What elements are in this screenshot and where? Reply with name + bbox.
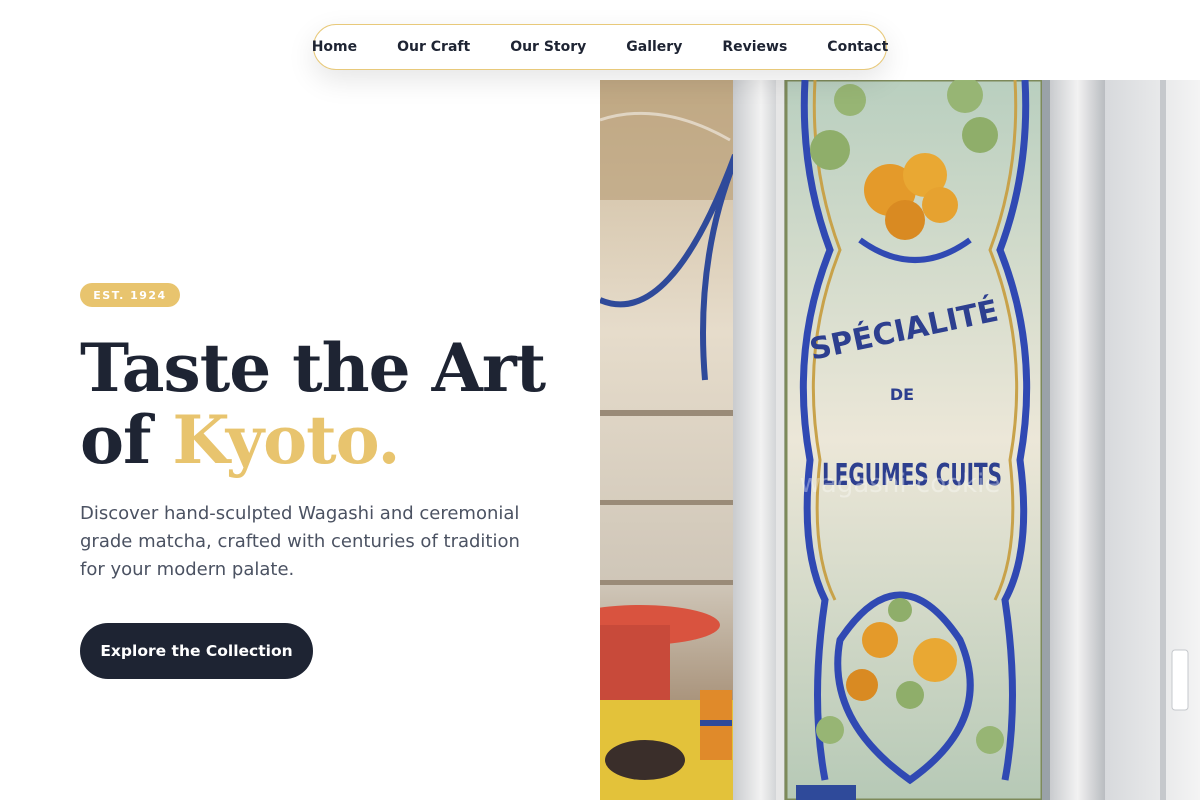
hero-lead-text: Discover hand-sculpted Wagashi and cerem… (80, 503, 520, 580)
explore-collection-button[interactable]: Explore the Collection (80, 623, 313, 679)
headline-line-1: Taste the Art (80, 329, 546, 407)
nav-reviews[interactable]: Reviews (702, 24, 807, 70)
sign-text-de: DE (890, 385, 914, 404)
nav-contact[interactable]: Contact (807, 24, 908, 70)
nav-our-story[interactable]: Our Story (490, 24, 606, 70)
storefront-illustration: SPÉCIALITÉ DE LEGUMES CUITS wagashi-cook… (600, 80, 1200, 800)
hero-photo: SPÉCIALITÉ DE LEGUMES CUITS wagashi-cook… (600, 80, 1200, 800)
headline-accent: Kyoto. (172, 401, 400, 479)
nav-gallery[interactable]: Gallery (606, 24, 702, 70)
established-badge: EST. 1924 (80, 283, 180, 307)
hero-headline: Taste the Art of Kyoto. (80, 332, 580, 476)
nav-home[interactable]: Home (292, 24, 377, 70)
main-nav: Home Our Craft Our Story Gallery Reviews… (312, 24, 888, 70)
headline-line-2-prefix: of (80, 401, 173, 479)
photo-watermark: wagashi-cookie (800, 469, 1001, 499)
nav-our-craft[interactable]: Our Craft (377, 24, 490, 70)
